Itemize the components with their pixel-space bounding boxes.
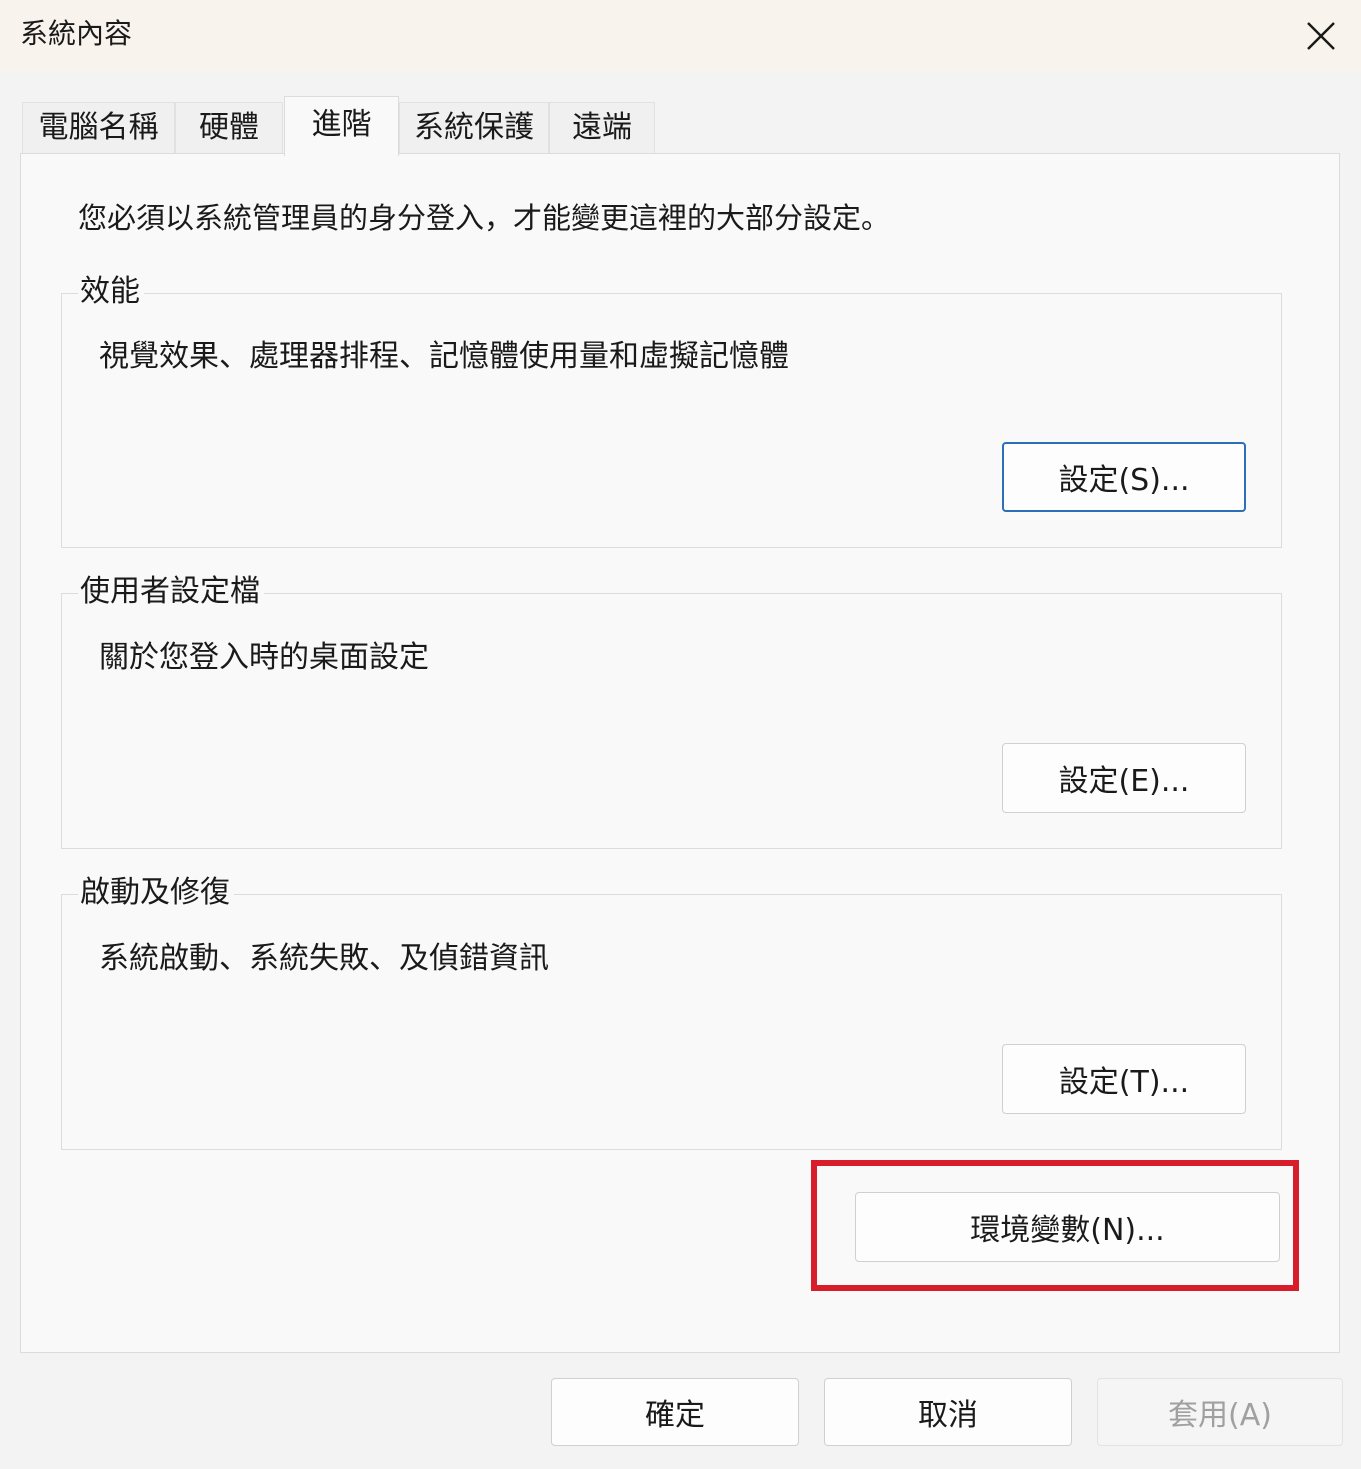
- highlight-annotation: [811, 1160, 1299, 1291]
- group-performance: 效能 視覺效果、處理器排程、記憶體使用量和虛擬記憶體 設定(S)...: [61, 272, 1282, 548]
- group-performance-title: 效能: [78, 272, 144, 312]
- apply-button[interactable]: 套用(A): [1097, 1378, 1343, 1446]
- tab-advanced[interactable]: 進階: [284, 96, 399, 156]
- window-title: 系統內容: [20, 17, 133, 50]
- group-performance-description: 視覺效果、處理器排程、記憶體使用量和虛擬記憶體: [99, 339, 789, 374]
- ok-button[interactable]: 確定: [551, 1378, 799, 1446]
- close-button[interactable]: [1281, 0, 1361, 72]
- group-startup-recovery-description: 系統啟動、系統失敗、及偵錯資訊: [99, 941, 549, 976]
- admin-notice: 您必須以系統管理員的身分登入，才能變更這裡的大部分設定。: [78, 201, 891, 235]
- user-profiles-settings-button[interactable]: 設定(E)...: [1002, 743, 1246, 813]
- tab-computer-name[interactable]: 電腦名稱: [22, 102, 175, 154]
- cancel-button[interactable]: 取消: [824, 1378, 1072, 1446]
- close-icon: [1307, 22, 1335, 50]
- group-startup-recovery-title: 啟動及修復: [78, 873, 234, 913]
- startup-recovery-settings-button[interactable]: 設定(T)...: [1002, 1044, 1246, 1114]
- performance-settings-button[interactable]: 設定(S)...: [1002, 442, 1246, 512]
- tab-remote[interactable]: 遠端: [549, 102, 655, 154]
- title-bar: 系統內容: [0, 0, 1361, 72]
- group-user-profiles-title: 使用者設定檔: [78, 572, 264, 612]
- group-startup-recovery: 啟動及修復 系統啟動、系統失敗、及偵錯資訊 設定(T)...: [61, 873, 1282, 1150]
- tab-hardware[interactable]: 硬體: [175, 102, 283, 154]
- tab-system-protection[interactable]: 系統保護: [399, 102, 549, 154]
- group-user-profiles: 使用者設定檔 關於您登入時的桌面設定 設定(E)...: [61, 572, 1282, 849]
- group-user-profiles-description: 關於您登入時的桌面設定: [99, 640, 429, 675]
